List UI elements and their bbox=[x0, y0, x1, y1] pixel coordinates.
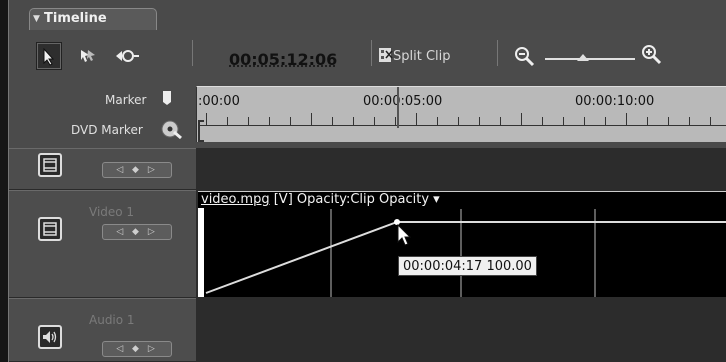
ruler-timecode: 00:00:10:00 bbox=[575, 94, 655, 109]
clip-in-point[interactable] bbox=[198, 208, 204, 297]
ruler-baseline bbox=[198, 125, 726, 126]
ruler-tick bbox=[710, 117, 711, 125]
ruler-tick bbox=[227, 117, 228, 125]
clip-label[interactable]: video.mpg [V] Opacity:Clip Opacity ▾ bbox=[201, 192, 440, 207]
speaker-icon[interactable] bbox=[38, 325, 62, 349]
track-select-tool-button[interactable] bbox=[76, 42, 102, 70]
magnifier-plus-icon bbox=[642, 45, 662, 65]
clip-name: video.mpg bbox=[201, 192, 270, 207]
ruler-tick bbox=[458, 117, 459, 125]
ruler-tick bbox=[668, 117, 669, 125]
ruler-tick bbox=[542, 117, 543, 125]
ruler-tick bbox=[248, 117, 249, 125]
collapse-triangle-icon[interactable]: ▼ bbox=[33, 14, 40, 24]
video-1-track-header: Video 1 ◁ ◆ ▷ bbox=[9, 190, 196, 298]
track-select-arrow-icon bbox=[81, 50, 95, 62]
current-time-display[interactable]: 00:05:12:06 bbox=[229, 50, 337, 69]
ruler-tick bbox=[353, 117, 354, 125]
ruler-tick bbox=[689, 117, 690, 125]
ruler-tick bbox=[290, 117, 291, 125]
ripple-edit-tool-button[interactable] bbox=[114, 42, 140, 70]
ruler-timecode: 00:00:05:00 bbox=[363, 94, 443, 109]
ruler-tick bbox=[563, 117, 564, 125]
filmstrip-icon[interactable] bbox=[38, 153, 62, 177]
split-clip-button[interactable]: Split Clip bbox=[393, 49, 451, 64]
zoom-slider-track[interactable] bbox=[545, 58, 635, 60]
zoom-in-button[interactable] bbox=[641, 44, 663, 70]
keyframe-navigator[interactable]: ◁ ◆ ▷ bbox=[102, 162, 172, 178]
ruler-tick bbox=[416, 113, 417, 125]
keyframe-navigator[interactable]: ◁ ◆ ▷ bbox=[102, 224, 172, 240]
audio-1-track-header: Audio 1 ◁ ◆ ▷ bbox=[9, 298, 196, 362]
marker-icon[interactable] bbox=[159, 89, 175, 111]
ruler-tick bbox=[311, 113, 312, 125]
keyframe-navigator[interactable]: ◁ ◆ ▷ bbox=[102, 341, 172, 357]
zoom-slider-thumb[interactable] bbox=[576, 54, 589, 61]
filmstrip-icon[interactable] bbox=[38, 217, 62, 241]
clip-effect-label[interactable]: [V] Opacity:Clip Opacity ▾ bbox=[270, 192, 440, 207]
work-area-start-bracket[interactable] bbox=[198, 120, 204, 142]
ruler-tick bbox=[521, 113, 522, 125]
arrow-cursor-icon bbox=[43, 47, 55, 66]
keyframe-tooltip: 00:00:04:17 100.00 bbox=[398, 256, 537, 276]
dvd-disc-icon[interactable] bbox=[160, 119, 182, 143]
ruler-tick bbox=[374, 117, 375, 125]
ripple-edit-icon bbox=[116, 50, 139, 62]
ruler-tick bbox=[332, 117, 333, 125]
toolbar-separator bbox=[371, 40, 372, 66]
track-name: Audio 1 bbox=[89, 313, 135, 327]
scissors-film-icon[interactable] bbox=[378, 46, 394, 68]
magnifier-minus-icon bbox=[515, 47, 535, 67]
toolbar-separator bbox=[192, 40, 193, 66]
toolbar-separator bbox=[497, 40, 498, 66]
ruler-tick bbox=[626, 113, 627, 125]
track-name: Video 1 bbox=[89, 205, 135, 219]
ruler-tick bbox=[479, 117, 480, 125]
current-time-indicator[interactable] bbox=[397, 87, 399, 128]
zoom-out-button[interactable] bbox=[514, 46, 536, 72]
mouse-cursor-icon bbox=[396, 223, 412, 252]
ruler-tick bbox=[584, 117, 585, 125]
marker-label: Marker bbox=[105, 93, 147, 107]
ruler-tick bbox=[269, 117, 270, 125]
ruler-tick bbox=[647, 117, 648, 125]
timeline-tab-label: Timeline bbox=[44, 11, 107, 26]
ruler-tick bbox=[500, 117, 501, 125]
ruler-timecode: :00:00 bbox=[198, 94, 240, 109]
ruler-tick bbox=[605, 117, 606, 125]
dvd-marker-label: DVD Marker bbox=[71, 123, 143, 137]
opacity-ramp-line bbox=[205, 221, 398, 294]
ruler-tick bbox=[437, 117, 438, 125]
ruler-tick bbox=[395, 117, 396, 125]
video-track-header: ◁ ◆ ▷ bbox=[9, 148, 196, 190]
ruler-tick bbox=[206, 113, 207, 125]
selection-tool-button[interactable] bbox=[36, 42, 62, 70]
